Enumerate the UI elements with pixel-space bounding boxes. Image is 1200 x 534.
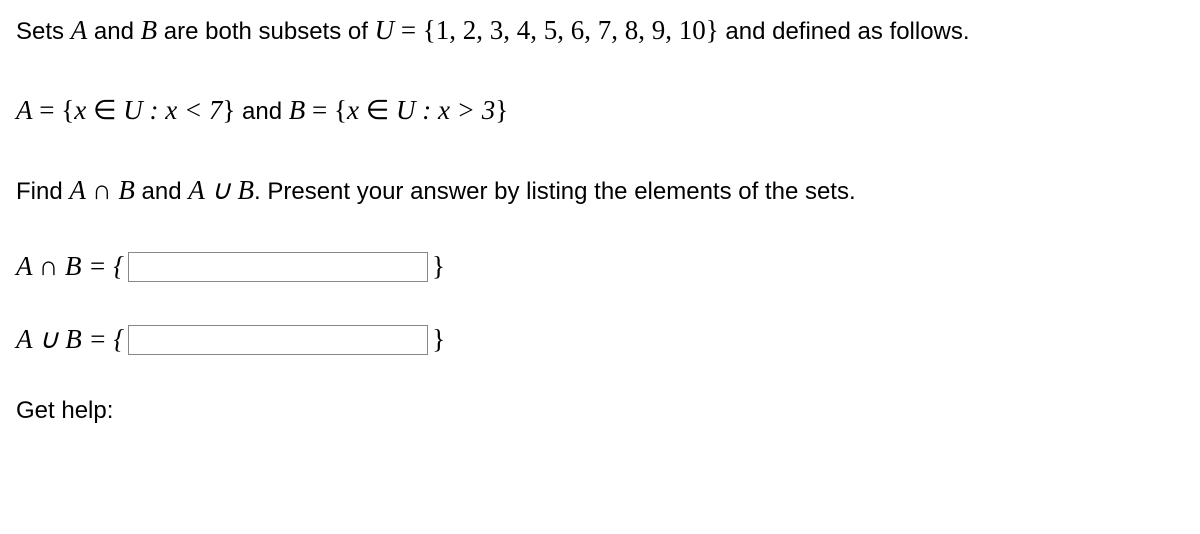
text: and: [135, 178, 188, 205]
math-eq: =: [33, 95, 62, 125]
text: Sets: [16, 18, 71, 45]
math-in: ∈: [359, 95, 396, 125]
set-open: {: [334, 95, 347, 125]
text: are both subsets of: [157, 18, 374, 45]
math-x: x: [74, 95, 86, 125]
set-close: }: [495, 95, 508, 125]
text: Find: [16, 178, 69, 205]
label-union: A ∪ B = {: [16, 324, 124, 355]
math-AcupB: A ∪ B: [188, 175, 254, 205]
math-A: A: [71, 15, 88, 45]
text-and: and: [235, 98, 288, 125]
math-A: A: [16, 95, 33, 125]
math-U: U: [375, 15, 395, 45]
math-in: ∈: [86, 95, 123, 125]
math-AcapB: A ∩ B: [69, 175, 135, 205]
close-brace: }: [432, 324, 445, 355]
problem-line-1: Sets A and B are both subsets of U = {1,…: [16, 12, 1184, 50]
problem-line-2: A = {x ∈ U : x < 7} and B = {x ∈ U : x >…: [16, 92, 1184, 130]
answer-union: A ∪ B = { }: [16, 324, 1184, 355]
math-B: B: [289, 95, 306, 125]
math-U: U: [123, 95, 143, 125]
close-brace: }: [432, 251, 445, 282]
text: and: [87, 18, 140, 45]
math-U: U: [396, 95, 416, 125]
math-cond: : x > 3: [416, 95, 496, 125]
math-B: B: [141, 15, 158, 45]
input-union[interactable]: [128, 325, 428, 355]
get-help-label: Get help:: [16, 397, 1184, 425]
math-cond: : x < 7: [143, 95, 223, 125]
text: . Present your answer by listing the ele…: [254, 178, 856, 205]
label-intersection: A ∩ B = {: [16, 251, 124, 282]
math-eq: =: [394, 15, 423, 45]
math-x: x: [347, 95, 359, 125]
input-intersection[interactable]: [128, 252, 428, 282]
set-open: {: [61, 95, 74, 125]
answer-intersection: A ∩ B = { }: [16, 251, 1184, 282]
math-set-U: {1, 2, 3, 4, 5, 6, 7, 8, 9, 10}: [423, 15, 719, 45]
problem-line-3: Find A ∩ B and A ∪ B. Present your answe…: [16, 172, 1184, 210]
math-eq: =: [305, 95, 334, 125]
set-close: }: [222, 95, 235, 125]
text: and defined as follows.: [719, 18, 970, 45]
